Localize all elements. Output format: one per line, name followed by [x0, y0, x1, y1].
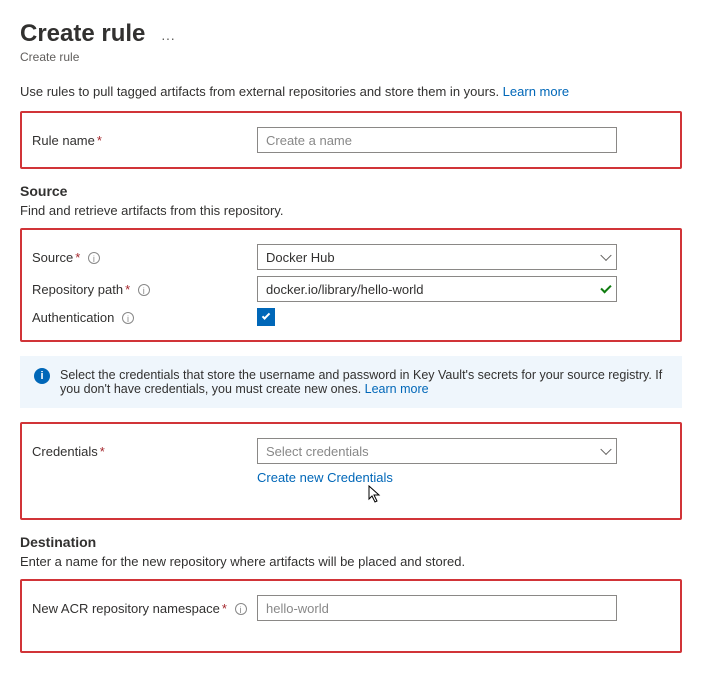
destination-subtext: Enter a name for the new repository wher… [20, 554, 682, 569]
rule-name-label: Rule name* [32, 133, 257, 148]
highlight-rule-name: Rule name* [20, 111, 682, 169]
source-select[interactable]: Docker Hub [257, 244, 617, 270]
chevron-down-icon [600, 444, 611, 455]
namespace-input[interactable] [257, 595, 617, 621]
credentials-label: Credentials* [32, 444, 257, 459]
rule-name-input[interactable] [257, 127, 617, 153]
banner-learn-more-link[interactable]: Learn more [365, 382, 429, 396]
credentials-select[interactable]: Select credentials [257, 438, 617, 464]
intro-learn-more-link[interactable]: Learn more [503, 84, 569, 99]
info-icon[interactable]: i [235, 603, 247, 615]
repo-path-label: Repository path* i [32, 282, 257, 297]
source-label: Source* i [32, 250, 257, 265]
page-title: Create rule [20, 20, 145, 48]
credentials-info-banner: i Select the credentials that store the … [20, 356, 682, 408]
source-heading: Source [20, 183, 682, 199]
destination-heading: Destination [20, 534, 682, 550]
auth-label: Authentication i [32, 310, 257, 325]
intro-text: Use rules to pull tagged artifacts from … [20, 84, 682, 99]
highlight-source: Source* i Docker Hub Repository path* i … [20, 228, 682, 342]
info-icon: i [34, 368, 50, 384]
source-subtext: Find and retrieve artifacts from this re… [20, 203, 682, 218]
more-actions-button[interactable]: ··· [161, 30, 175, 46]
create-credentials-link[interactable]: Create new Credentials [257, 470, 393, 485]
highlight-destination: New ACR repository namespace* i [20, 579, 682, 653]
highlight-credentials: Credentials* Select credentials Create n… [20, 422, 682, 520]
info-icon[interactable]: i [88, 252, 100, 264]
repo-path-input[interactable] [257, 276, 617, 302]
chevron-down-icon [600, 250, 611, 261]
auth-checkbox[interactable] [257, 308, 275, 326]
info-icon[interactable]: i [138, 284, 150, 296]
breadcrumb: Create rule [20, 50, 682, 64]
info-icon[interactable]: i [122, 312, 134, 324]
cursor-icon [367, 485, 702, 508]
namespace-label: New ACR repository namespace* i [32, 601, 257, 616]
